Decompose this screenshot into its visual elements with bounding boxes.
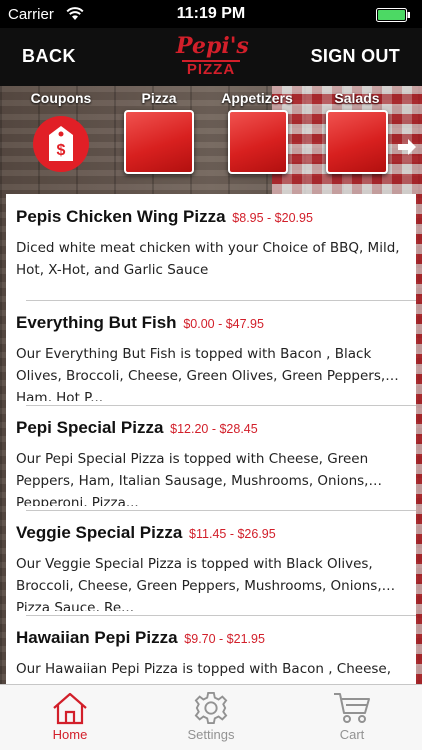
tab-settings[interactable]: Settings: [141, 685, 281, 750]
menu-item-name: Everything But Fish: [16, 313, 177, 332]
category-appetizers[interactable]: Appetizers: [212, 86, 302, 174]
logo-script-text: Pepi's: [176, 33, 249, 59]
category-tile: [228, 110, 288, 174]
status-time: 11:19 PM: [176, 5, 246, 22]
category-label: Coupons: [30, 90, 92, 106]
menu-item-price: $8.95 - $20.95: [232, 211, 313, 225]
battery-icon: [376, 8, 410, 22]
menu-item-description: Our Everything But Fish is topped with B…: [16, 346, 386, 401]
nav-bar: BACK Pepi's PIZZA SIGN OUT: [0, 28, 422, 86]
menu-item[interactable]: Pepis Chicken Wing Pizza $8.95 - $20.95 …: [6, 194, 416, 300]
category-label: Pizza: [141, 90, 177, 106]
tab-label: Home: [52, 727, 88, 742]
menu-item-description: Our Veggie Special Pizza is topped with …: [16, 556, 382, 611]
menu-item-name: Veggie Special Pizza: [16, 523, 183, 542]
category-salads[interactable]: Salads: [312, 86, 402, 174]
cart-icon: [334, 693, 370, 723]
back-button[interactable]: BACK: [22, 46, 76, 67]
menu-item-price: $11.45 - $26.95: [189, 527, 276, 541]
category-tile: [124, 110, 194, 174]
menu-item[interactable]: Pepi Special Pizza $12.20 - $28.45 Our P…: [6, 405, 416, 510]
menu-item[interactable]: Hawaiian Pepi Pizza $9.70 - $21.95 Our H…: [6, 615, 416, 684]
menu-item-price: $0.00 - $47.95: [183, 317, 264, 331]
menu-item-header: Everything But Fish $0.00 - $47.95: [16, 312, 406, 335]
menu-item-price: $9.70 - $21.95: [184, 632, 265, 646]
menu-item[interactable]: Everything But Fish $0.00 - $47.95 Our E…: [6, 300, 416, 405]
menu-item-name: Hawaiian Pepi Pizza: [16, 628, 178, 647]
arrow-right-icon[interactable]: [396, 136, 418, 158]
menu-item-description: Our Hawaiian Pepi Pizza is topped with B…: [16, 661, 392, 684]
coupon-tag-icon: $: [33, 116, 89, 172]
category-pizza[interactable]: Pizza: [114, 86, 204, 174]
menu-item-header: Veggie Special Pizza $11.45 - $26.95: [16, 522, 406, 545]
category-tile: [326, 110, 388, 174]
menu-item-description: Diced white meat chicken with your Choic…: [16, 240, 400, 278]
menu-item-name: Pepi Special Pizza: [16, 418, 164, 437]
menu-item[interactable]: Veggie Special Pizza $11.45 - $26.95 Our…: [6, 510, 416, 615]
gear-icon: [194, 691, 228, 725]
tab-home[interactable]: Home: [0, 685, 140, 750]
menu-item-description: Our Pepi Special Pizza is topped with Ch…: [16, 451, 369, 506]
category-label: Appetizers: [221, 90, 293, 106]
pepis-pizza-logo: Pepi's PIZZA: [176, 32, 249, 84]
svg-text:$: $: [57, 142, 66, 159]
menu-item-header: Pepis Chicken Wing Pizza $8.95 - $20.95: [16, 206, 406, 229]
menu-item-header: Hawaiian Pepi Pizza $9.70 - $21.95: [16, 627, 406, 650]
home-icon: [53, 692, 87, 725]
menu-item-price: $12.20 - $28.45: [170, 422, 258, 436]
menu-item-name: Pepis Chicken Wing Pizza: [16, 207, 226, 226]
menu-item-header: Pepi Special Pizza $12.20 - $28.45: [16, 417, 406, 440]
tab-label: Settings: [187, 727, 235, 742]
tab-bar: Home Settings Cart: [0, 684, 422, 750]
tab-cart[interactable]: Cart: [282, 685, 422, 750]
menu-list: Pepis Chicken Wing Pizza $8.95 - $20.95 …: [6, 194, 416, 684]
category-label: Salads: [334, 90, 380, 106]
status-bar: Carrier 11:19 PM: [0, 0, 422, 28]
tab-label: Cart: [339, 727, 365, 742]
category-strip: Coupons $ Pizza Appetizers Salads: [0, 86, 422, 194]
logo-pizza-text: PIZZA: [182, 60, 240, 78]
sign-out-button[interactable]: SIGN OUT: [311, 46, 400, 67]
category-coupons[interactable]: Coupons $: [16, 86, 106, 172]
